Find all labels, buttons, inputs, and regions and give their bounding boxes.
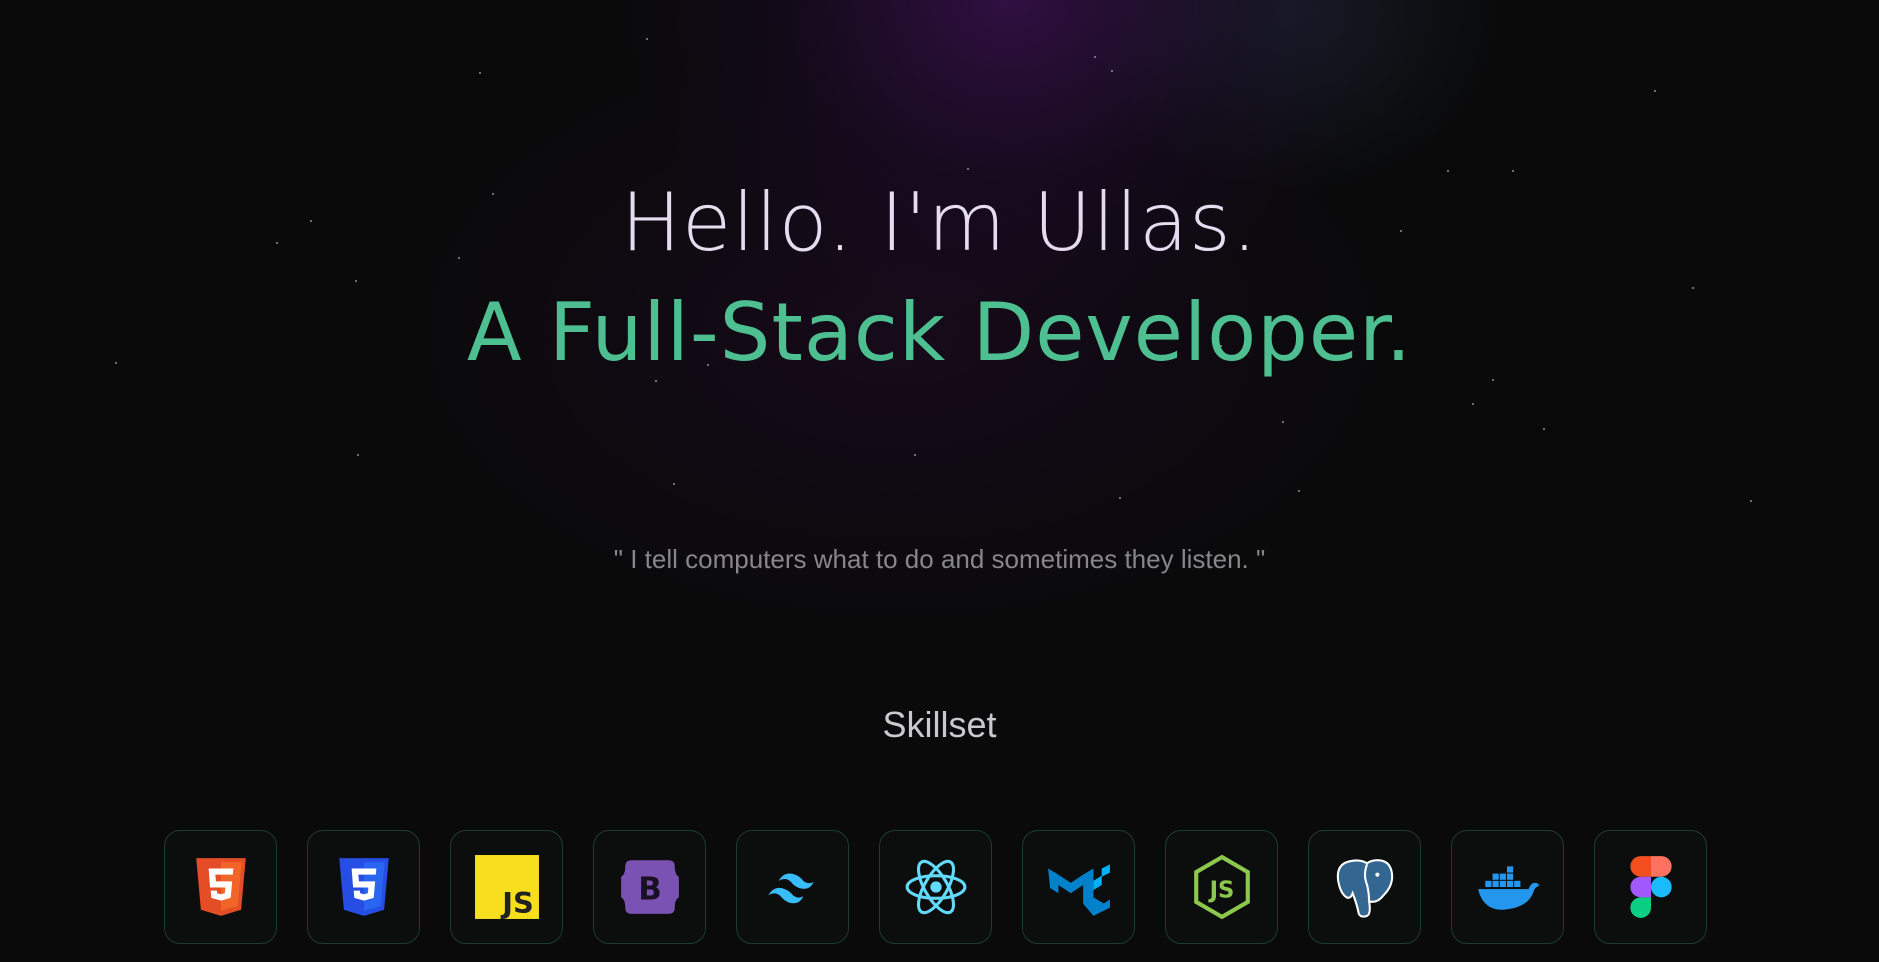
skill-card-bootstrap[interactable]: B (593, 830, 706, 944)
tailwind-icon (767, 873, 814, 904)
html5-icon (195, 858, 246, 916)
hero-quote: " I tell computers what to do and someti… (613, 544, 1266, 574)
material-ui-icon (1047, 864, 1110, 916)
skill-card-html5[interactable] (164, 830, 277, 944)
skill-card-material-ui[interactable] (1022, 830, 1135, 944)
svg-text:JS: JS (1207, 877, 1234, 903)
javascript-icon: JS (474, 855, 539, 920)
skill-card-nodejs[interactable]: JS (1165, 830, 1278, 944)
skill-card-postgresql[interactable] (1308, 830, 1421, 944)
docker-icon (1477, 866, 1539, 910)
nodejs-icon: JS (1193, 854, 1250, 920)
hero-greeting: Hello. I'm Ullas. (620, 176, 1259, 269)
hero-role: A Full-Stack Developer. (466, 286, 1413, 379)
bootstrap-icon: B (620, 860, 679, 914)
skill-card-tailwind[interactable] (736, 830, 849, 944)
postgresql-icon (1336, 859, 1393, 918)
skillset-list: JS B JS (164, 830, 1707, 944)
starfield (0, 0, 1879, 962)
svg-text:JS: JS (500, 886, 534, 920)
figma-icon (1629, 856, 1672, 918)
skill-card-react[interactable] (879, 830, 992, 944)
skill-card-javascript[interactable]: JS (450, 830, 563, 944)
css3-icon (338, 858, 389, 916)
skill-card-css3[interactable] (307, 830, 420, 944)
skill-card-figma[interactable] (1594, 830, 1707, 944)
skillset-title: Skillset (882, 704, 997, 745)
svg-text:B: B (638, 871, 662, 907)
skill-card-docker[interactable] (1451, 830, 1564, 944)
react-icon (905, 859, 966, 915)
background-glow (0, 0, 1879, 962)
